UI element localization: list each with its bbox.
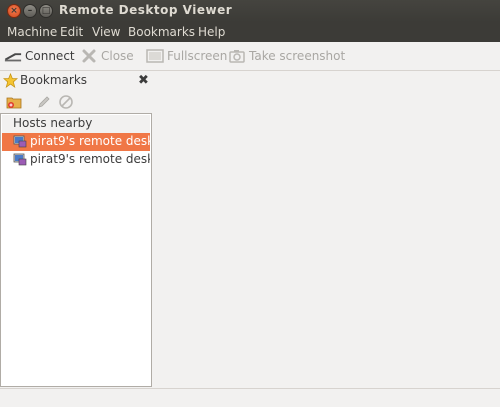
tree-header: Hosts nearby (2, 115, 150, 134)
fullscreen-label: Fullscreen (167, 49, 228, 63)
side-pane-title: Bookmarks (20, 73, 88, 87)
bookmarks-side-pane: Bookmarks ✖ Hosts nearby pirat9's remote… (0, 71, 153, 388)
host-list-item[interactable]: pirat9's remote desk... (2, 133, 150, 151)
app-window: × – □ Remote Desktop Viewer Machine Edit… (0, 0, 500, 407)
menu-machine[interactable]: Machine (7, 25, 57, 39)
remove-icon[interactable] (58, 94, 74, 110)
maximize-window-button[interactable]: □ (39, 4, 53, 18)
side-pane-header: Bookmarks ✖ (0, 71, 153, 91)
toolbar: Connect Close Fullscreen Take screenshot (0, 42, 500, 71)
window-title: Remote Desktop Viewer (59, 3, 233, 17)
bookmark-tools (0, 91, 153, 113)
screenshot-label: Take screenshot (249, 49, 346, 63)
status-bar (0, 388, 500, 407)
camera-icon (228, 48, 246, 64)
host-list-item[interactable]: pirat9's remote desk... (2, 151, 150, 169)
take-screenshot-button[interactable]: Take screenshot (228, 47, 345, 65)
bookmarks-tree: Hosts nearby pirat9's remote desk... (0, 113, 152, 387)
menu-bar: Machine Edit View Bookmarks Help (0, 22, 500, 42)
menu-bookmarks[interactable]: Bookmarks (128, 25, 195, 39)
close-x-icon (80, 48, 98, 64)
close-pane-icon[interactable]: ✖ (138, 73, 149, 88)
minimize-window-button[interactable]: – (23, 4, 37, 18)
remote-desktop-icon (13, 134, 27, 148)
connect-icon (4, 48, 22, 64)
fullscreen-icon (146, 48, 164, 64)
menu-edit[interactable]: Edit (60, 25, 83, 39)
connect-label: Connect (25, 49, 75, 63)
fullscreen-button[interactable]: Fullscreen (146, 47, 227, 65)
hosts-nearby-label: Hosts nearby (13, 116, 93, 130)
remote-desktop-icon (13, 152, 27, 166)
close-window-button[interactable]: × (7, 4, 21, 18)
edit-pencil-icon[interactable] (36, 94, 52, 110)
star-icon (2, 72, 19, 92)
host-label: pirat9's remote desk... (30, 134, 150, 148)
connect-button[interactable]: Connect (4, 47, 75, 65)
close-label: Close (101, 49, 134, 63)
new-folder-icon[interactable] (6, 94, 22, 110)
host-label: pirat9's remote desk... (30, 152, 150, 166)
menu-view[interactable]: View (92, 25, 120, 39)
menu-help[interactable]: Help (198, 25, 225, 39)
close-connection-button[interactable]: Close (80, 47, 134, 65)
title-bar: × – □ Remote Desktop Viewer (0, 0, 500, 22)
remote-viewer-area (153, 71, 500, 388)
